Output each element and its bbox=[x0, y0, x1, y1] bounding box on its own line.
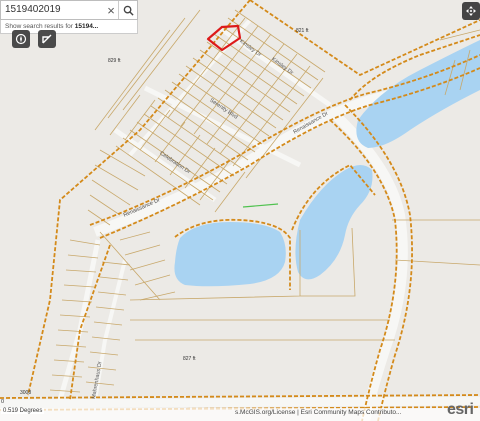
expand-button[interactable] bbox=[462, 2, 480, 20]
clear-icon[interactable]: × bbox=[104, 1, 118, 19]
attribution-text[interactable]: s.McGIS.org/License | Esri Community Map… bbox=[235, 409, 401, 416]
search-input[interactable]: 1519402019 bbox=[1, 1, 104, 19]
contour-label-1: 821 ft bbox=[296, 28, 309, 34]
contour-label-2: 829 ft bbox=[108, 58, 121, 64]
contour-label-3: 827 ft bbox=[183, 356, 196, 362]
suggestion-prefix: Show search results for bbox=[5, 23, 75, 30]
search-button[interactable] bbox=[118, 1, 137, 19]
locate-button[interactable] bbox=[38, 30, 56, 48]
road-number-label: 3008 bbox=[20, 390, 32, 396]
bottom-road bbox=[0, 396, 480, 409]
search-widget: 1519402019 × bbox=[0, 0, 138, 20]
parcel-map[interactable] bbox=[0, 0, 480, 421]
home-button[interactable] bbox=[12, 30, 30, 48]
suggestion-term: 15194... bbox=[74, 23, 99, 30]
esri-logo: esri bbox=[447, 401, 474, 418]
locate-arrow-icon bbox=[42, 34, 52, 44]
lake-center-left bbox=[174, 222, 286, 287]
coordinate-readout: 0.519 Degrees bbox=[1, 408, 45, 414]
search-icon bbox=[123, 5, 134, 16]
expand-icon bbox=[466, 6, 476, 16]
compass-icon bbox=[15, 33, 27, 45]
scale-label: 0 bbox=[1, 399, 5, 405]
